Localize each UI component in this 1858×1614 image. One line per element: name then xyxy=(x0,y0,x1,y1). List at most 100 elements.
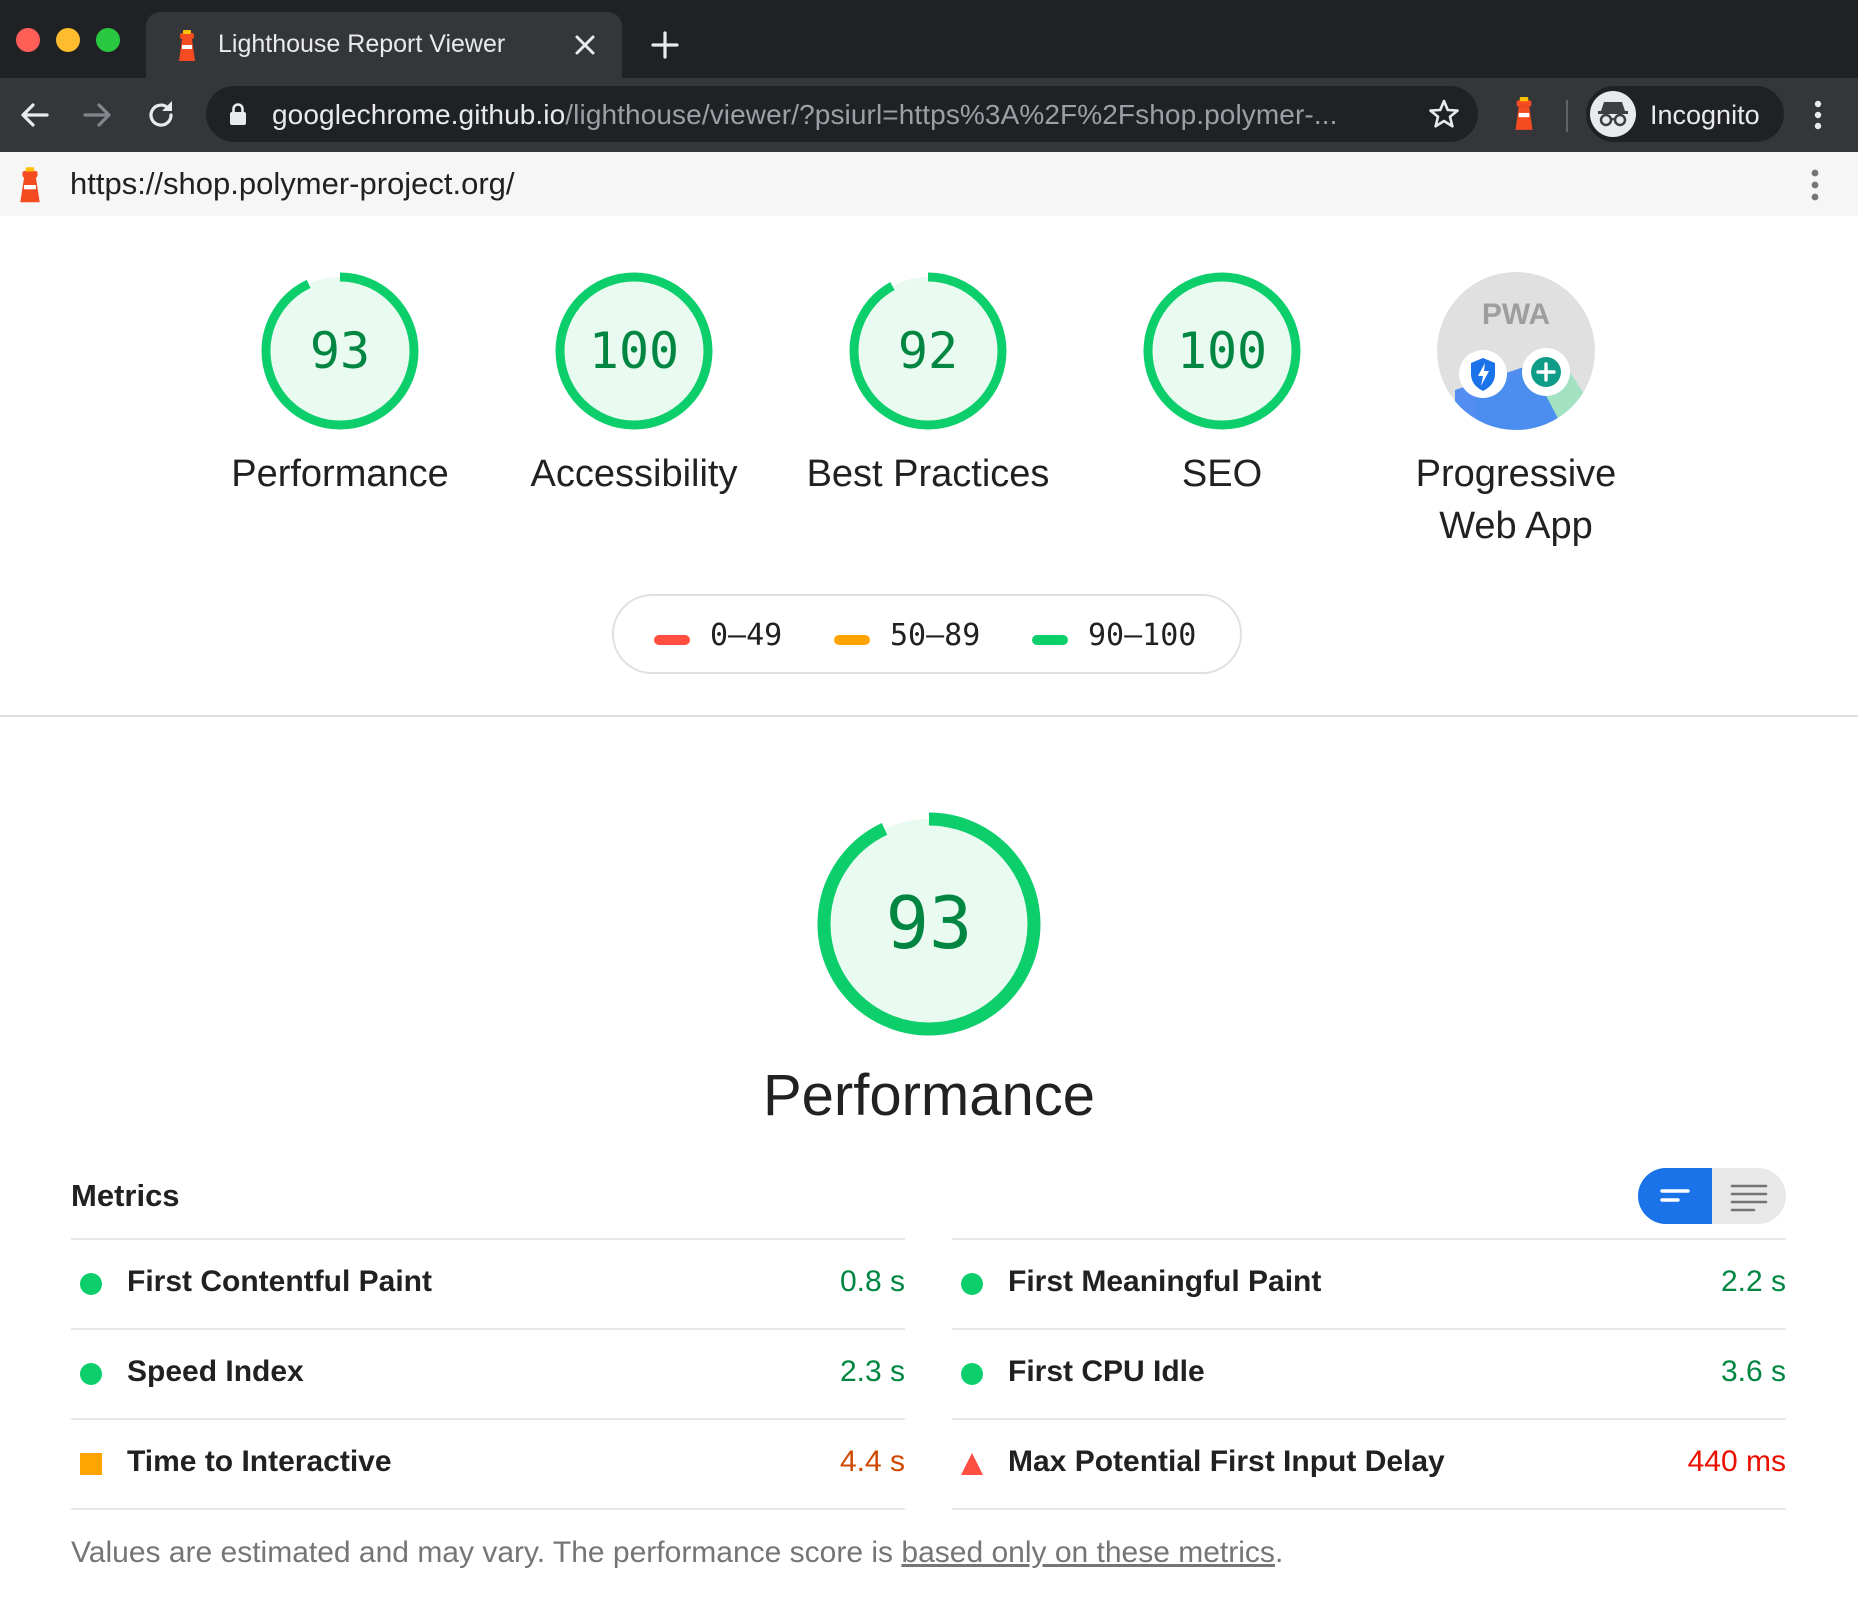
legend-label-pass: 90–100 xyxy=(1088,618,1197,653)
legend-swatch-pass xyxy=(1032,635,1068,645)
gauge-best-practices[interactable]: 92 Best Practices xyxy=(798,270,1058,500)
gauge-label: Best Practices xyxy=(806,453,1050,495)
incognito-icon xyxy=(1598,102,1628,127)
pwa-badge-icon: PWA xyxy=(1437,272,1595,430)
metrics-heading: Metrics xyxy=(71,1178,180,1213)
compact-view-button[interactable] xyxy=(1638,1168,1712,1224)
metric-row: First Meaningful Paint 2.2 s xyxy=(952,1238,1786,1328)
browser-menu-icon[interactable] xyxy=(1806,96,1830,134)
footnote-text: Values are estimated and may vary. The p… xyxy=(71,1536,902,1569)
footnote-end: . xyxy=(1274,1536,1284,1569)
gauge-performance[interactable]: 93 Performance xyxy=(210,270,470,500)
gauge-label: SEO xyxy=(1181,453,1263,495)
gauge-score: 100 xyxy=(589,322,679,380)
gauge-label: Accessibility xyxy=(530,453,738,495)
pwa-badge-text: PWA xyxy=(1482,298,1550,331)
expanded-view-button[interactable] xyxy=(1712,1168,1786,1224)
pass-circle-icon xyxy=(961,1363,983,1385)
incognito-avatar xyxy=(1590,91,1636,137)
gauge-ring: 93 xyxy=(261,272,419,430)
browser-toolbar: googlechrome.github.io/lighthouse/viewer… xyxy=(0,78,1858,152)
url-path: /lighthouse/viewer/?psiurl=https%3A%2F%2… xyxy=(565,99,1338,130)
lock-icon xyxy=(230,103,246,125)
pass-circle-icon xyxy=(961,1273,983,1295)
lighthouse-icon xyxy=(179,30,195,61)
metric-name: Time to Interactive xyxy=(127,1445,392,1478)
metric-row: Time to Interactive 4.4 s xyxy=(71,1418,905,1510)
metrics-column-left: First Contentful Paint 0.8 s Speed Index… xyxy=(71,1238,905,1510)
legend-swatch-average xyxy=(834,635,870,645)
compact-view-icon xyxy=(1660,1189,1690,1202)
metric-name: Speed Index xyxy=(127,1355,304,1388)
url-host: googlechrome.github.io xyxy=(272,99,566,130)
legend-swatch-fail xyxy=(654,635,690,645)
report-topbar: https://shop.polymer-project.org/ xyxy=(0,152,1858,216)
metric-name: First CPU Idle xyxy=(1008,1355,1205,1388)
address-bar[interactable]: googlechrome.github.io/lighthouse/viewer… xyxy=(206,86,1478,142)
back-icon[interactable] xyxy=(18,98,52,132)
new-tab-icon[interactable] xyxy=(650,30,680,60)
average-square-icon xyxy=(80,1453,102,1475)
metric-row: First CPU Idle 3.6 s xyxy=(952,1328,1786,1418)
performance-big-gauge: 93 xyxy=(815,810,1043,1038)
metric-row: Speed Index 2.3 s xyxy=(71,1328,905,1418)
metric-value: 0.8 s xyxy=(839,1265,905,1298)
report-menu-icon[interactable] xyxy=(1800,166,1830,204)
metric-row: First Contentful Paint 0.8 s xyxy=(71,1238,905,1328)
gauge-label: Progressive Web App xyxy=(1386,448,1646,552)
close-tab-icon[interactable] xyxy=(572,32,598,58)
pass-circle-icon xyxy=(80,1273,102,1295)
metric-value: 4.4 s xyxy=(839,1445,905,1478)
metric-value: 2.3 s xyxy=(839,1355,905,1388)
legend-label-average: 50–89 xyxy=(890,618,981,653)
gauge-ring: 100 xyxy=(1143,272,1301,430)
close-window-button[interactable] xyxy=(16,28,40,52)
pass-circle-icon xyxy=(80,1363,102,1385)
gauge-ring: 92 xyxy=(849,272,1007,430)
metrics-link[interactable]: based only on these metrics xyxy=(901,1536,1275,1569)
toolbar-separator xyxy=(1566,100,1568,132)
lighthouse-logo-icon xyxy=(20,167,40,203)
score-legend: 0–49 50–89 90–100 xyxy=(612,594,1242,674)
metrics-footnote: Values are estimated and may vary. The p… xyxy=(71,1536,1283,1570)
metric-value: 2.2 s xyxy=(1720,1265,1786,1298)
metrics-column-right: First Meaningful Paint 2.2 s First CPU I… xyxy=(952,1238,1786,1510)
report-url[interactable]: https://shop.polymer-project.org/ xyxy=(70,166,515,202)
pwa-label-line2: Web App xyxy=(1439,505,1593,547)
metric-row: Max Potential First Input Delay 440 ms xyxy=(952,1418,1786,1510)
metric-name: First Meaningful Paint xyxy=(1008,1265,1322,1298)
pwa-label-line1: Progressive xyxy=(1415,453,1617,495)
expanded-view-icon xyxy=(1730,1184,1768,1212)
performance-title: Performance xyxy=(762,1063,1096,1128)
gauge-score: 93 xyxy=(310,322,370,380)
metric-name: Max Potential First Input Delay xyxy=(1008,1445,1445,1478)
metric-name: First Contentful Paint xyxy=(127,1265,432,1298)
gauge-seo[interactable]: 100 SEO xyxy=(1092,270,1352,500)
gauge-score: 92 xyxy=(898,322,958,380)
lighthouse-extension-icon[interactable] xyxy=(1510,96,1538,132)
forward-icon[interactable] xyxy=(80,98,114,132)
gauge-ring: 93 xyxy=(817,812,1041,1036)
url-text: googlechrome.github.io/lighthouse/viewer… xyxy=(272,99,1337,131)
gauge-label: Performance xyxy=(231,453,449,495)
bookmark-star-icon[interactable] xyxy=(1428,98,1460,130)
tab-title: Lighthouse Report Viewer xyxy=(218,30,506,58)
browser-tab[interactable]: Lighthouse Report Viewer xyxy=(146,12,622,78)
section-divider xyxy=(0,715,1858,717)
gauge-accessibility[interactable]: 100 Accessibility xyxy=(504,270,764,500)
gauge-score: 100 xyxy=(1177,322,1267,380)
metrics-view-toggle[interactable] xyxy=(1638,1168,1786,1224)
browser-tabstrip: Lighthouse Report Viewer xyxy=(0,0,1858,78)
gauge-ring: 100 xyxy=(555,272,713,430)
reload-icon[interactable] xyxy=(144,98,178,132)
performance-score: 93 xyxy=(886,881,973,965)
metric-value: 3.6 s xyxy=(1720,1355,1786,1388)
incognito-profile-button[interactable]: Incognito xyxy=(1586,86,1784,142)
legend-label-fail: 0–49 xyxy=(710,618,783,653)
maximize-window-button[interactable] xyxy=(96,28,120,52)
incognito-label: Incognito xyxy=(1650,100,1760,130)
metric-value: 440 ms xyxy=(1687,1445,1786,1478)
gauge-pwa[interactable]: PWA Progressive Web App xyxy=(1386,270,1646,552)
fail-triangle-icon xyxy=(961,1453,983,1475)
minimize-window-button[interactable] xyxy=(56,28,80,52)
